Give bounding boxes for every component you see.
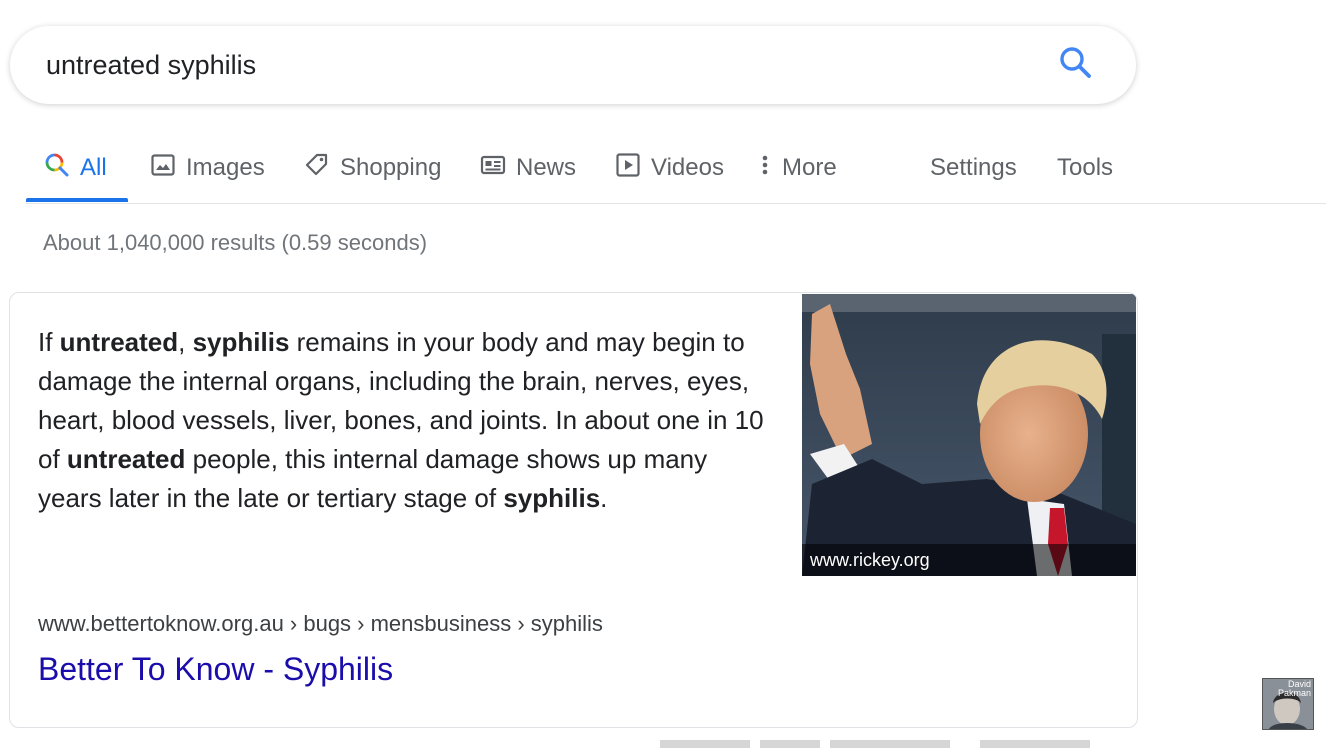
tab-images-label: Images [186,154,265,181]
search-tabs: All Images Shopping News Videos More Set… [0,140,1334,206]
snippet-bold-text: syphilis [192,327,290,357]
search-input[interactable] [46,46,946,84]
tabs-divider [26,203,1326,204]
active-tab-indicator [26,198,128,202]
avatar-label: David Pakman [1277,679,1311,698]
tag-icon [304,152,340,185]
tab-all[interactable]: All [44,148,107,188]
snippet-text: If [38,327,60,357]
tools-label: Tools [1057,154,1114,181]
search-icon [44,152,80,185]
tab-shopping[interactable]: Shopping [304,148,441,188]
tab-shopping-label: Shopping [340,154,442,181]
search-box[interactable] [10,26,1136,104]
tab-all-label: All [80,154,107,181]
featured-snippet-image[interactable]: www.rickey.org [802,294,1136,576]
snippet-text: , [178,327,193,357]
settings-button[interactable]: Settings [930,148,1017,188]
search-icon [1058,47,1094,88]
play-icon [615,152,651,185]
avatar: David Pakman [1262,678,1314,730]
tab-videos-label: Videos [651,154,724,181]
tools-button[interactable]: Tools [1057,148,1113,188]
featured-snippet-text: If untreated, syphilis remains in your b… [38,323,768,518]
image-source-caption: www.rickey.org [802,544,1136,576]
tab-more[interactable]: More [758,148,837,188]
image-icon [150,152,186,185]
result-breadcrumb[interactable]: www.bettertoknow.org.au › bugs › mensbus… [38,611,603,637]
snippet-bold-text: untreated [59,327,179,357]
snippet-bold-text: syphilis [503,483,601,513]
result-stats: About 1,040,000 results (0.59 seconds) [43,230,428,255]
more-vert-icon [758,152,782,185]
tab-more-label: More [782,154,837,181]
tab-videos[interactable]: Videos [615,148,724,188]
featured-snippet-card: If untreated, syphilis remains in your b… [9,292,1138,728]
tab-news-label: News [516,154,577,181]
newspaper-icon [480,152,516,185]
featured-snippet-photo [802,294,1136,576]
settings-label: Settings [930,154,1017,181]
feedback-row [660,740,1090,748]
result-title-link[interactable]: Better To Know - Syphilis [38,651,393,688]
search-button[interactable] [1058,44,1094,84]
tab-news[interactable]: News [480,148,576,188]
snippet-bold-text: untreated [66,444,186,474]
snippet-text: . [600,483,608,513]
tab-images[interactable]: Images [150,148,265,188]
